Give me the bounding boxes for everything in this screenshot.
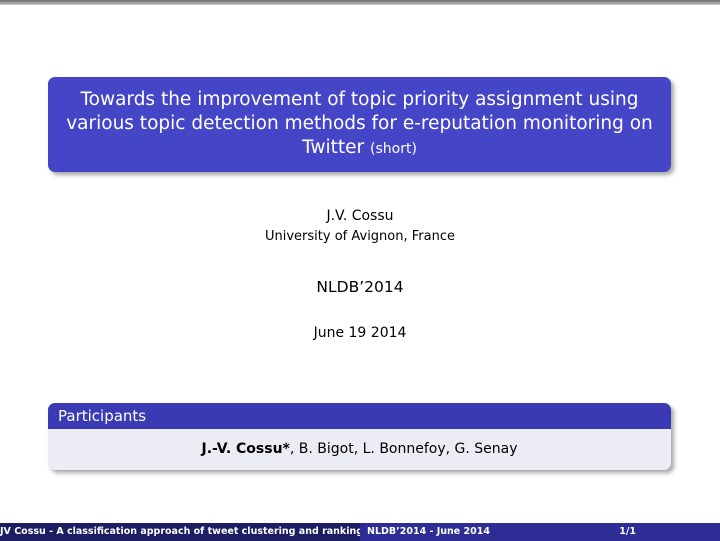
title-line-2: various topic detection methods for e-re… xyxy=(66,113,653,134)
other-participants: , B. Bigot, L. Bonnefoy, G. Senay xyxy=(289,441,518,457)
conference-name: NLDB’2014 xyxy=(316,278,404,296)
title-box: Towards the improvement of topic priorit… xyxy=(48,77,671,172)
footer-bar: JV Cossu - A classification approach of … xyxy=(0,523,720,541)
author-affiliation: University of Avignon, France xyxy=(265,229,455,244)
title-short-tag: (short) xyxy=(370,141,417,157)
title-line-1: Towards the improvement of topic priorit… xyxy=(80,89,639,110)
footer-conf-date: NLDB’2014 - June 2014 xyxy=(367,526,490,537)
participants-block: Participants J.-V. Cossu*, B. Bigot, L. … xyxy=(48,403,671,470)
footer-right: NLDB’2014 - June 2014 1/1 xyxy=(360,523,720,541)
title-line-3-text: Twitter xyxy=(302,137,365,158)
participants-list: J.-V. Cossu*, B. Bigot, L. Bonnefoy, G. … xyxy=(48,429,671,470)
participants-heading: Participants xyxy=(48,403,671,429)
title-line-3: Twitter (short) xyxy=(48,136,671,161)
author-name: J.V. Cossu xyxy=(326,208,394,224)
top-rule xyxy=(0,0,720,5)
footer-left: JV Cossu - A classification approach of … xyxy=(0,523,360,541)
page-number: 1/1 xyxy=(619,526,636,537)
presentation-date: June 19 2014 xyxy=(313,325,407,341)
lead-participant: J.-V. Cossu* xyxy=(201,441,290,457)
